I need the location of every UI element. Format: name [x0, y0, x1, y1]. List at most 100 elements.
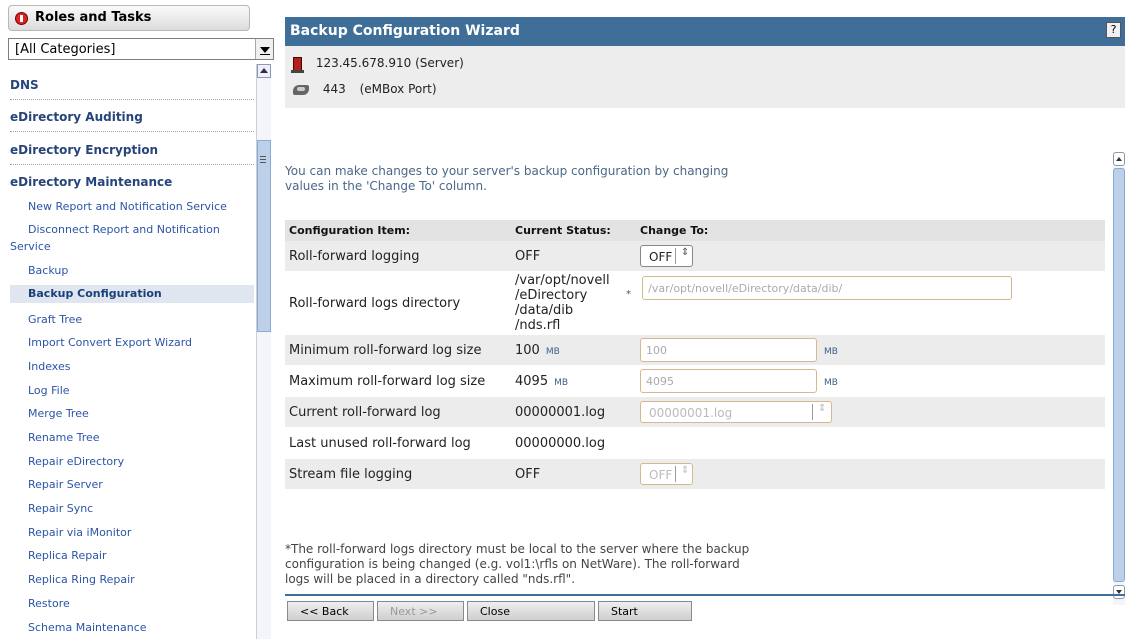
- task-log-file[interactable]: Log File: [28, 384, 70, 397]
- column-change-to: Change To:: [636, 220, 1105, 241]
- scroll-down-icon[interactable]: [1113, 585, 1125, 599]
- task-schema-maintenance[interactable]: Schema Maintenance: [28, 621, 147, 634]
- port-number: 443: [322, 82, 346, 96]
- task-rename-tree[interactable]: Rename Tree: [28, 431, 100, 444]
- next-button[interactable]: Next >>: [377, 601, 464, 621]
- task-replica-repair[interactable]: Replica Repair: [28, 549, 107, 562]
- category-edirectory-auditing[interactable]: eDirectory Auditing: [10, 110, 254, 132]
- table-row: Roll-forward logging OFF OFF ⇕: [285, 241, 1105, 271]
- item-label: Maximum roll-forward log size: [289, 373, 486, 389]
- backup-configuration-wizard: Backup Configuration Wizard ? 123.45.678…: [285, 17, 1125, 639]
- task-repair-server[interactable]: Repair Server: [28, 478, 103, 491]
- task-repair-sync[interactable]: Repair Sync: [28, 502, 93, 515]
- task-repair-via-imonitor[interactable]: Repair via iMonitor: [28, 526, 131, 539]
- task-merge-tree[interactable]: Merge Tree: [28, 407, 89, 420]
- task-indexes[interactable]: Indexes: [28, 360, 70, 373]
- column-configuration-item: Configuration Item:: [285, 220, 511, 241]
- port-row: 443 (eMBox Port): [293, 82, 437, 96]
- minimum-log-size-input[interactable]: 100: [640, 338, 817, 362]
- sidebar-scroll-thumb[interactable]: [257, 140, 271, 332]
- task-replica-ring-repair[interactable]: Replica Ring Repair: [28, 573, 135, 586]
- category-edirectory-encryption[interactable]: eDirectory Encryption: [10, 143, 254, 165]
- select-value: 00000001.log: [649, 406, 733, 420]
- current-value: 00000000.log: [515, 435, 606, 451]
- dropdown-arrow-icon[interactable]: [255, 39, 273, 59]
- table-row: Roll-forward logs directory /var/opt/nov…: [285, 271, 1105, 335]
- category-select-value: [All Categories]: [15, 42, 116, 57]
- path-line: /eDirectory: [515, 288, 588, 303]
- required-marker: *: [626, 289, 631, 300]
- category-select[interactable]: [All Categories]: [8, 38, 274, 60]
- table-row: Last unused roll-forward log 00000000.lo…: [285, 427, 1105, 459]
- current-value: OFF: [511, 459, 636, 489]
- item-label: Roll-forward logging: [285, 241, 511, 271]
- path-line: /nds.rfl: [515, 318, 561, 333]
- table-row: Stream file logging OFF OFF ⇕: [285, 459, 1105, 489]
- task-disconnect-report-service[interactable]: Disconnect Report and Notification Servi…: [10, 221, 240, 255]
- current-value: 00000001.log: [511, 397, 636, 427]
- category-edirectory-maintenance[interactable]: eDirectory Maintenance: [10, 175, 254, 196]
- wizard-header: Backup Configuration Wizard ?: [285, 17, 1125, 46]
- updown-arrow-icon: ⇕: [818, 403, 827, 414]
- current-number: 100: [515, 342, 540, 358]
- wizard-content: You can make changes to your server's ba…: [285, 152, 1105, 592]
- roles-and-tasks-panel: Roles and Tasks [All Categories] DNS eDi…: [0, 0, 274, 639]
- configuration-table: Configuration Item: Current Status: Chan…: [285, 220, 1105, 489]
- footnote: *The roll-forward logs directory must be…: [285, 542, 750, 586]
- task-repair-edirectory[interactable]: Repair eDirectory: [28, 455, 124, 468]
- grip-icon: [260, 156, 266, 157]
- scroll-up-icon[interactable]: [257, 64, 271, 78]
- close-button[interactable]: Close: [467, 601, 595, 621]
- current-value: /var/opt/novell /eDirectory /data/dib /n…: [511, 271, 636, 335]
- item-label: Current roll-forward log: [285, 397, 511, 427]
- server-icon: [291, 56, 304, 73]
- task-backup[interactable]: Backup: [28, 264, 68, 277]
- unit-label: MB: [545, 346, 560, 357]
- wizard-title: Backup Configuration Wizard: [290, 23, 520, 39]
- task-backup-configuration[interactable]: Backup Configuration: [10, 285, 254, 303]
- item-label: Minimum roll-forward log size: [285, 335, 511, 365]
- current-value: 100 MB: [511, 335, 636, 365]
- select-value: OFF: [649, 250, 673, 264]
- current-log-select[interactable]: 00000001.log ⇕: [640, 401, 832, 423]
- intro-text: You can make changes to your server's ba…: [285, 164, 729, 193]
- embox-port-icon: [293, 84, 309, 95]
- roles-and-tasks-header[interactable]: Roles and Tasks: [8, 5, 250, 31]
- item-label: Roll-forward logs directory: [289, 295, 461, 311]
- table-row: Current roll-forward log 00000001.log 00…: [285, 397, 1105, 427]
- select-divider: [675, 248, 676, 264]
- table-row: Maximum roll-forward log size 4095 MB 409…: [285, 365, 1105, 397]
- content-scroll-thumb[interactable]: [1113, 168, 1125, 582]
- task-import-convert-export[interactable]: Import Convert Export Wizard: [28, 336, 192, 349]
- item-label: Stream file logging: [285, 459, 511, 489]
- start-button[interactable]: Start: [598, 601, 692, 621]
- button-bar-divider: [285, 594, 1125, 596]
- help-icon[interactable]: ?: [1106, 22, 1121, 38]
- port-label: (eMBox Port): [359, 82, 437, 96]
- task-graft-tree[interactable]: Graft Tree: [28, 313, 82, 326]
- current-value: OFF: [511, 241, 636, 271]
- collapse-icon[interactable]: [15, 12, 28, 25]
- back-button[interactable]: << Back: [287, 601, 374, 621]
- stream-file-logging-select[interactable]: OFF ⇕: [640, 463, 693, 485]
- path-line: /data/dib: [515, 303, 574, 318]
- maximum-log-size-input[interactable]: 4095: [640, 369, 817, 393]
- sidebar-scrollbar[interactable]: [256, 64, 271, 639]
- content-scrollbar[interactable]: [1113, 152, 1125, 605]
- roles-and-tasks-title: Roles and Tasks: [35, 10, 152, 25]
- server-label: (Server): [415, 56, 464, 70]
- column-current-status: Current Status:: [511, 220, 636, 241]
- task-new-report-service[interactable]: New Report and Notification Service: [28, 200, 227, 213]
- scroll-up-icon[interactable]: [1113, 152, 1125, 166]
- server-info: 123.45.678.910 (Server) 443 (eMBox Port): [285, 46, 1125, 108]
- table-header: Configuration Item: Current Status: Chan…: [285, 220, 1105, 241]
- roll-forward-directory-input[interactable]: /var/opt/novell/eDirectory/data/dib/: [642, 275, 1013, 300]
- task-restore[interactable]: Restore: [28, 597, 70, 610]
- roll-forward-logging-select[interactable]: OFF ⇕: [640, 245, 693, 267]
- table-row: Minimum roll-forward log size 100 MB 100 M…: [285, 335, 1105, 365]
- unit-label: MB: [824, 377, 838, 388]
- unit-label: MB: [824, 346, 838, 357]
- category-dns[interactable]: DNS: [10, 78, 254, 100]
- task-list: DNS eDirectory Auditing eDirectory Encry…: [0, 67, 256, 639]
- server-row: 123.45.678.910 (Server): [291, 56, 464, 73]
